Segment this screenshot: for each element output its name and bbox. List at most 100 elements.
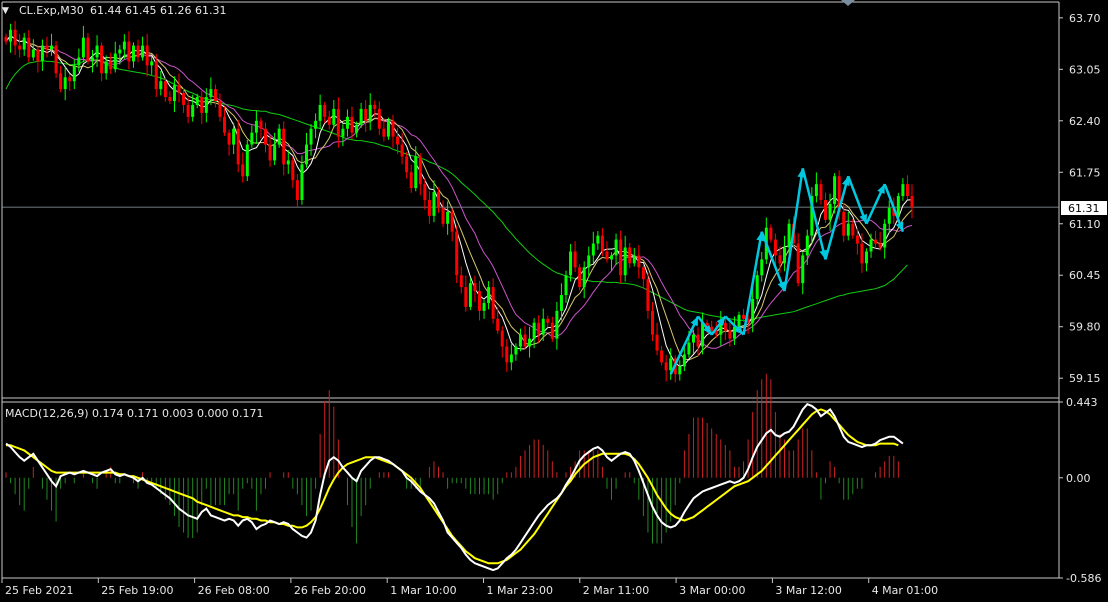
x-tick-label: 25 Feb 19:00 bbox=[101, 584, 173, 597]
candle bbox=[728, 323, 732, 347]
candle-body bbox=[874, 239, 878, 244]
candle-body bbox=[45, 45, 49, 50]
candle bbox=[223, 106, 227, 136]
candle bbox=[86, 33, 90, 65]
candle-body bbox=[241, 164, 245, 177]
header-arrow-icon[interactable]: ▼ bbox=[2, 6, 9, 16]
candle bbox=[814, 172, 818, 203]
candle bbox=[109, 52, 113, 75]
candle-body bbox=[687, 342, 691, 355]
candle-body bbox=[327, 116, 331, 125]
candle bbox=[336, 97, 340, 148]
candle-body bbox=[596, 235, 600, 244]
candle-body bbox=[796, 243, 800, 284]
candle-body bbox=[218, 101, 222, 117]
candle-body bbox=[109, 61, 113, 70]
candle bbox=[482, 299, 486, 319]
candle bbox=[291, 157, 295, 189]
candle-body bbox=[300, 164, 304, 200]
candle-body bbox=[54, 45, 58, 74]
candle-body bbox=[496, 318, 500, 331]
candle bbox=[432, 180, 436, 223]
candle-body bbox=[414, 156, 418, 189]
trading-chart[interactable]: 63.70 63.05 62.40 61.75 61.10 60.45 59.80 59.15… bbox=[0, 0, 1108, 598]
candle-body bbox=[145, 45, 149, 66]
candle bbox=[259, 117, 263, 139]
candle-body bbox=[200, 97, 204, 113]
candle-body bbox=[40, 45, 44, 62]
candle-body bbox=[386, 120, 390, 137]
candle-body bbox=[127, 41, 131, 62]
candle bbox=[359, 102, 363, 128]
candle-body bbox=[359, 108, 363, 125]
candle-body bbox=[468, 283, 472, 307]
candle bbox=[409, 164, 413, 193]
candle-body bbox=[732, 326, 736, 339]
x-tick-label: 3 Mar 00:00 bbox=[679, 584, 745, 597]
scroll-marker-icon[interactable] bbox=[841, 0, 855, 6]
candle-body bbox=[559, 295, 563, 311]
candle-body bbox=[136, 45, 140, 58]
candle-body bbox=[660, 350, 664, 363]
candle bbox=[213, 84, 217, 108]
candle-body bbox=[104, 61, 108, 74]
candle bbox=[368, 93, 372, 131]
candle bbox=[678, 360, 682, 381]
candle-body bbox=[204, 97, 208, 113]
candle-body bbox=[332, 108, 336, 125]
candle bbox=[546, 315, 550, 328]
candle-body bbox=[368, 104, 372, 121]
candle-body bbox=[605, 251, 609, 260]
candle bbox=[823, 192, 827, 223]
candle-body bbox=[13, 29, 17, 46]
candle-body bbox=[632, 255, 636, 264]
candle bbox=[455, 225, 459, 284]
candle-body bbox=[783, 247, 787, 264]
candle bbox=[159, 70, 163, 96]
candle-body bbox=[309, 128, 313, 145]
candle bbox=[100, 42, 104, 82]
ma-fast-line bbox=[5, 35, 913, 367]
candle-body bbox=[141, 45, 145, 58]
candle bbox=[500, 326, 504, 358]
candle-body bbox=[314, 120, 318, 129]
candle-body bbox=[878, 243, 882, 248]
macd-panel[interactable] bbox=[5, 373, 904, 572]
candle-body bbox=[345, 116, 349, 129]
candle-body bbox=[623, 247, 627, 276]
candle bbox=[623, 235, 627, 282]
candle-body bbox=[396, 136, 400, 145]
candle-body bbox=[910, 196, 914, 208]
price-panel[interactable] bbox=[2, 20, 1059, 383]
x-tick-label: 2 Mar 11:00 bbox=[583, 584, 649, 597]
candle-body bbox=[760, 259, 764, 276]
candle bbox=[582, 261, 586, 299]
candle bbox=[327, 110, 331, 130]
y-tick-label: 59.15 bbox=[1069, 372, 1101, 385]
candle-body bbox=[18, 45, 22, 50]
candle-body bbox=[68, 77, 72, 82]
candle-body bbox=[382, 128, 386, 137]
candle bbox=[646, 273, 650, 319]
candle-body bbox=[814, 184, 818, 197]
candle bbox=[341, 124, 345, 147]
candle bbox=[350, 106, 354, 140]
signal-line bbox=[6, 408, 899, 565]
candle-body bbox=[532, 322, 536, 339]
candle-body bbox=[887, 207, 891, 224]
candle-body bbox=[168, 97, 172, 101]
candle bbox=[650, 302, 654, 341]
x-tick-label: 4 Mar 01:00 bbox=[872, 584, 938, 597]
candle-body bbox=[619, 239, 623, 276]
candle bbox=[801, 252, 805, 295]
macd-label: MACD(12,26,9) 0.174 0.171 0.003 0.000 0.… bbox=[5, 407, 263, 420]
candle bbox=[578, 264, 582, 291]
candle bbox=[783, 235, 787, 272]
candle-body bbox=[650, 310, 654, 335]
candle-body bbox=[154, 61, 158, 90]
candle bbox=[664, 354, 668, 382]
candle bbox=[377, 101, 381, 136]
candle-body bbox=[437, 192, 441, 208]
candle bbox=[619, 230, 623, 284]
candle-body bbox=[637, 255, 641, 268]
